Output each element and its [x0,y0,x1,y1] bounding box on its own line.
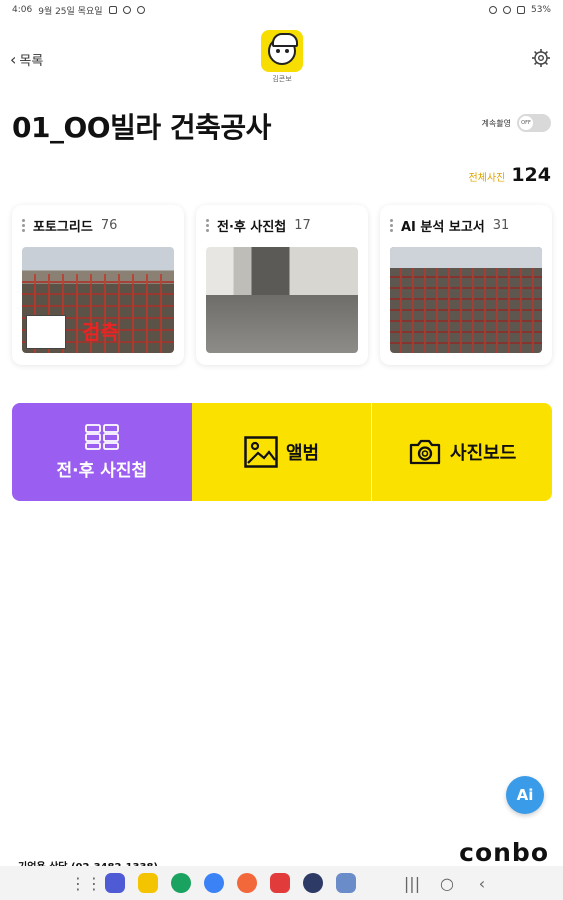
photoboard-button[interactable]: 사진보드 [371,403,552,501]
continuous-shoot-toggle-group: 계속촬영 OFF [482,114,551,132]
card-title: 전·후 사진첩 [217,219,287,235]
recent-apps-icon[interactable]: ||| [401,874,423,893]
mascot-eye [276,49,280,53]
rebar-image [390,268,542,353]
wifi-icon [502,6,511,14]
card-photo-grid[interactable]: 포토그리드 76 검측 [12,205,184,365]
drag-handle-icon[interactable] [390,218,393,232]
gear-icon[interactable] [531,48,551,68]
album-label: 앨범 [285,443,320,464]
notification-icon [108,6,117,14]
mascot-eye [285,49,289,53]
settings-app-icon[interactable] [303,873,323,893]
toggle-state: OFF [519,116,533,130]
sky-image [390,247,542,269]
photo-count: 전체사진 124 [469,164,551,186]
toggle-label: 계속촬영 [481,118,511,128]
notes-app-icon[interactable] [138,873,158,893]
back-label: 목록 [19,54,44,69]
mute-icon [488,6,497,14]
card-before-after[interactable]: 전·후 사진첩 17 [196,205,368,365]
photo-count-value: 124 [511,164,551,186]
card-thumbnail [206,247,358,353]
gallery-app-icon[interactable] [336,873,356,893]
battery-level: 53% [530,5,551,15]
card-count: 31 [492,217,510,233]
mascot-avatar[interactable] [261,30,303,72]
contacts-app-icon[interactable] [237,873,257,893]
image-icon [244,436,278,468]
chevron-left-icon: ‹ [10,49,17,69]
inspection-board-image [26,315,66,349]
photo-count-label: 전체사진 [468,173,506,184]
card-count: 76 [100,217,118,233]
inspection-stamp: 검측 [82,320,119,344]
grid-icon [84,423,119,450]
back-button[interactable]: ‹ 목록 [10,50,43,69]
top-header: ‹ 목록 김콘보 [0,28,563,88]
browser-app-icon[interactable] [105,873,125,893]
brand-logo: conbo [459,838,549,867]
battery-icon [516,6,525,14]
drag-handle-icon[interactable] [206,218,209,232]
photoboard-label: 사진보드 [450,443,517,464]
app-notification-icon [122,6,131,14]
back-nav-icon[interactable]: ‹ [471,874,493,893]
video-app-icon[interactable] [270,873,290,893]
continuous-shoot-toggle[interactable]: OFF [517,114,551,132]
status-date: 9월 25일 목요일 [38,6,103,17]
home-icon[interactable]: ○ [436,874,458,893]
drag-handle-icon[interactable] [22,218,25,232]
card-thumbnail [390,247,542,353]
album-button[interactable]: 앨범 [191,403,372,501]
app-drawer-icon[interactable]: ⋮⋮ [70,874,102,893]
status-bar: 4:06 9월 25일 목요일 53% [0,0,563,20]
sync-icon [136,6,145,14]
messages-app-icon[interactable] [204,873,224,893]
mascot-label: 김콘보 [272,75,292,83]
system-navigation-bar: ⋮⋮ ||| ○ ‹ [0,866,563,900]
card-count: 17 [294,217,311,233]
page-title: 01_OO빌라 건축공사 [12,111,271,144]
room-floor-image [206,294,358,353]
status-time: 4:06 [12,5,33,15]
card-title: AI 분석 보고서 [401,219,485,235]
card-ai-report[interactable]: AI 분석 보고서 31 [380,205,552,365]
ai-assistant-button[interactable]: Ai [506,776,544,814]
before-after-button[interactable]: 전·후 사진첩 [12,403,192,501]
before-after-label: 전·후 사진첩 [56,460,148,481]
action-bar: 전·후 사진첩 앨범 사진보드 [12,403,552,501]
camera-icon [409,439,441,465]
album-cards: 포토그리드 76 검측 전·후 사진첩 17 AI 분석 보고서 31 [12,205,552,365]
mascot-face-icon [268,33,298,65]
phone-app-icon[interactable] [171,873,191,893]
card-title: 포토그리드 [33,219,93,235]
card-thumbnail: 검측 [22,247,174,353]
